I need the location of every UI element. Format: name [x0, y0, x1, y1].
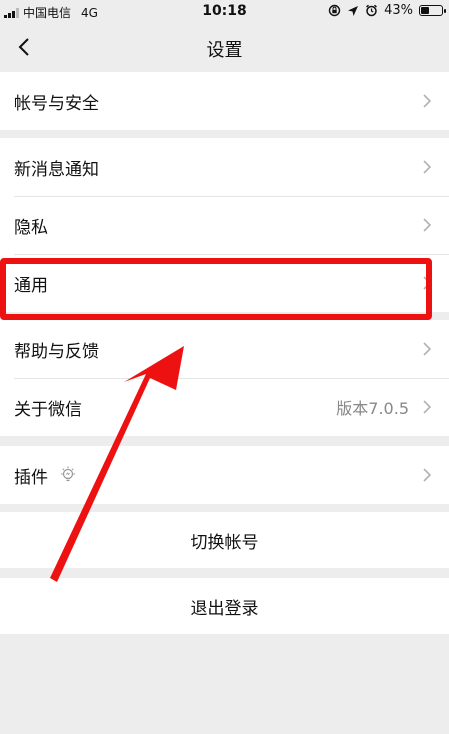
settings-group-account: 帐号与安全	[0, 72, 449, 130]
lightbulb-icon	[61, 466, 75, 482]
nav-bar: 设置	[0, 24, 449, 70]
settings-item-label: 隐私	[14, 217, 48, 238]
chevron-right-icon	[423, 218, 431, 232]
logout-button[interactable]: 退出登录	[0, 578, 449, 634]
settings-item-label: 插件	[14, 467, 48, 488]
chevron-right-icon	[423, 160, 431, 174]
settings-item-account-security[interactable]: 帐号与安全	[0, 72, 449, 130]
status-bar: 中国电信 4G 10:18 43%	[0, 0, 449, 24]
settings-item-label: 帐号与安全	[14, 93, 99, 114]
logout-label: 退出登录	[190, 598, 259, 619]
settings-group-about: 帮助与反馈 关于微信 版本7.0.5	[0, 320, 449, 436]
settings-item-about-wechat[interactable]: 关于微信 版本7.0.5	[0, 378, 449, 436]
page-title: 设置	[206, 40, 243, 61]
battery-percent: 43%	[384, 3, 413, 18]
battery-icon	[419, 5, 446, 16]
location-icon	[348, 5, 359, 16]
version-value: 版本7.0.5	[336, 399, 409, 418]
settings-item-label: 新消息通知	[14, 159, 99, 180]
status-right: 43%	[328, 3, 446, 18]
switch-account-button[interactable]: 切换帐号	[0, 512, 449, 568]
chevron-right-icon	[423, 400, 431, 414]
switch-account-label: 切换帐号	[190, 532, 259, 553]
chevron-right-icon	[423, 468, 431, 482]
battery-level	[421, 7, 430, 14]
settings-item-plugins[interactable]: 插件	[0, 446, 449, 504]
settings-group-plugins: 插件	[0, 446, 449, 504]
switch-account-group: 切换帐号	[0, 512, 449, 568]
chevron-right-icon	[423, 342, 431, 356]
settings-item-notifications[interactable]: 新消息通知	[0, 138, 449, 196]
logout-group: 退出登录	[0, 578, 449, 634]
alarm-icon	[366, 4, 378, 17]
orientation-lock-icon	[328, 4, 341, 17]
settings-item-privacy[interactable]: 隐私	[0, 196, 449, 254]
chevron-right-icon	[423, 94, 431, 108]
settings-item-label: 关于微信	[14, 399, 82, 420]
annotation-highlight-box	[0, 258, 432, 320]
settings-item-help-feedback[interactable]: 帮助与反馈	[0, 320, 449, 378]
settings-item-label: 帮助与反馈	[14, 341, 99, 362]
